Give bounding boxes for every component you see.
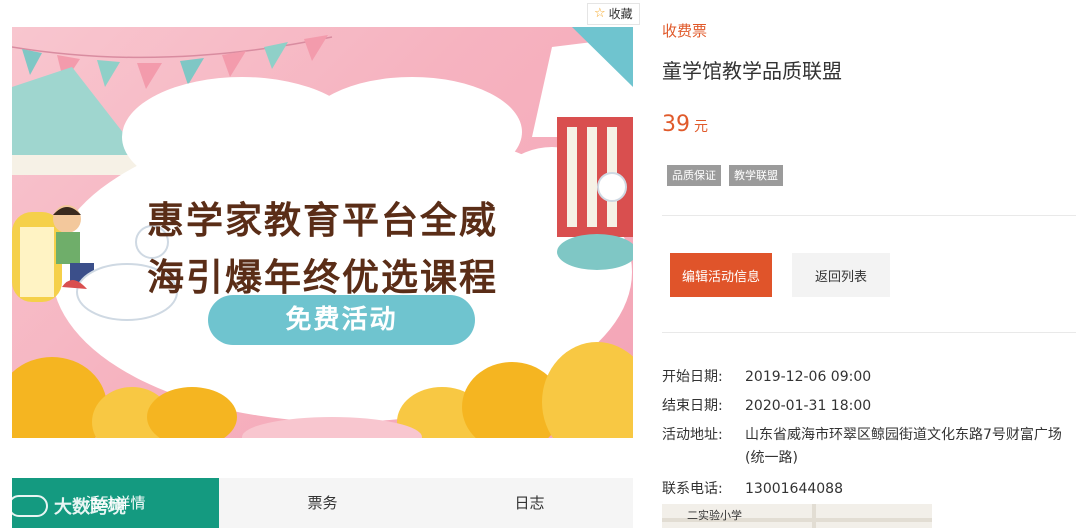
divider <box>662 215 1076 216</box>
edit-event-button[interactable]: 编辑活动信息 <box>670 253 772 297</box>
back-to-list-button[interactable]: 返回列表 <box>792 253 890 297</box>
favorite-label: 收藏 <box>608 7 633 21</box>
tab-log[interactable]: 日志 <box>426 478 633 528</box>
price-value: 39 <box>662 112 690 137</box>
phone-label: 联系电话: <box>662 481 723 497</box>
event-price: 39 元 <box>662 112 708 137</box>
address-label: 活动地址: <box>662 427 723 443</box>
address-row: 活动地址: 山东省威海市环翠区鲸园街道文化东路7号财富广场(统一路) <box>662 424 1075 470</box>
banner-free-badge: 免费活动 <box>208 295 475 345</box>
divider <box>662 332 1076 333</box>
location-map[interactable]: 二实验小学 <box>662 504 932 528</box>
end-date-label: 结束日期: <box>662 398 723 414</box>
tag-quality: 品质保证 <box>667 165 721 186</box>
banner-title-line1: 惠学家教育平台全威 <box>147 199 498 242</box>
banner-title-line2: 海引爆年终优选课程 <box>147 256 498 299</box>
favorite-button[interactable]: ☆ 收藏 <box>587 3 640 25</box>
start-date-label: 开始日期: <box>662 369 723 385</box>
tab-activity-details[interactable]: 活动详情 <box>12 478 219 528</box>
tab-tickets[interactable]: 票务 <box>219 478 426 528</box>
start-date-value: 2019-12-06 09:00 <box>745 369 872 385</box>
start-date-row: 开始日期: 2019-12-06 09:00 <box>662 366 1075 389</box>
phone-row: 联系电话: 13001644088 <box>662 478 1075 501</box>
end-date-row: 结束日期: 2020-01-31 18:00 <box>662 395 1075 418</box>
event-banner: 惠学家教育平台全威 海引爆年终优选课程 免费活动 <box>12 27 633 438</box>
address-value: 山东省威海市环翠区鲸园街道文化东路7号财富广场(统一路) <box>745 427 1062 466</box>
price-unit: 元 <box>694 119 708 135</box>
ticket-type: 收费票 <box>662 22 708 40</box>
detail-tabs: 活动详情 票务 日志 <box>12 478 633 528</box>
tag-alliance: 教学联盟 <box>729 165 783 186</box>
event-title: 童学馆教学品质联盟 <box>662 59 842 83</box>
end-date-value: 2020-01-31 18:00 <box>745 398 872 414</box>
phone-value: 13001644088 <box>745 481 843 497</box>
map-place-label: 二实验小学 <box>687 509 742 522</box>
tag-list: 品质保证 教学联盟 <box>667 165 783 186</box>
star-icon: ☆ <box>594 6 606 21</box>
